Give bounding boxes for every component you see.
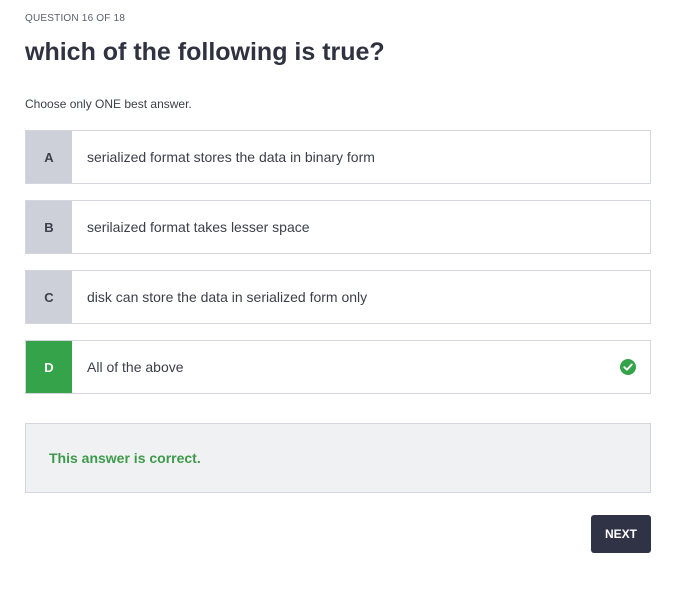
- option-d[interactable]: D All of the above: [25, 340, 651, 394]
- answer-options: A serialized format stores the data in b…: [25, 130, 651, 410]
- option-letter: C: [26, 271, 72, 323]
- feedback-text: This answer is correct.: [49, 450, 201, 466]
- option-b[interactable]: B serilaized format takes lesser space: [25, 200, 651, 254]
- option-text: serialized format stores the data in bin…: [87, 149, 375, 165]
- answer-feedback: This answer is correct.: [25, 423, 651, 493]
- next-button[interactable]: NEXT: [591, 515, 651, 553]
- question-counter: QUESTION 16 OF 18: [25, 13, 126, 24]
- option-c[interactable]: C disk can store the data in serialized …: [25, 270, 651, 324]
- option-text: All of the above: [87, 359, 184, 375]
- option-letter: D: [26, 341, 72, 393]
- check-circle-icon: [606, 341, 650, 393]
- question-title: which of the following is true?: [25, 38, 385, 66]
- option-text: disk can store the data in serialized fo…: [87, 289, 368, 305]
- option-a[interactable]: A serialized format stores the data in b…: [25, 130, 651, 184]
- option-text: serilaized format takes lesser space: [87, 219, 310, 235]
- answer-instruction: Choose only ONE best answer.: [25, 97, 192, 111]
- option-letter: A: [26, 131, 72, 183]
- option-letter: B: [26, 201, 72, 253]
- quiz-page: QUESTION 16 OF 18 which of the following…: [0, 0, 700, 599]
